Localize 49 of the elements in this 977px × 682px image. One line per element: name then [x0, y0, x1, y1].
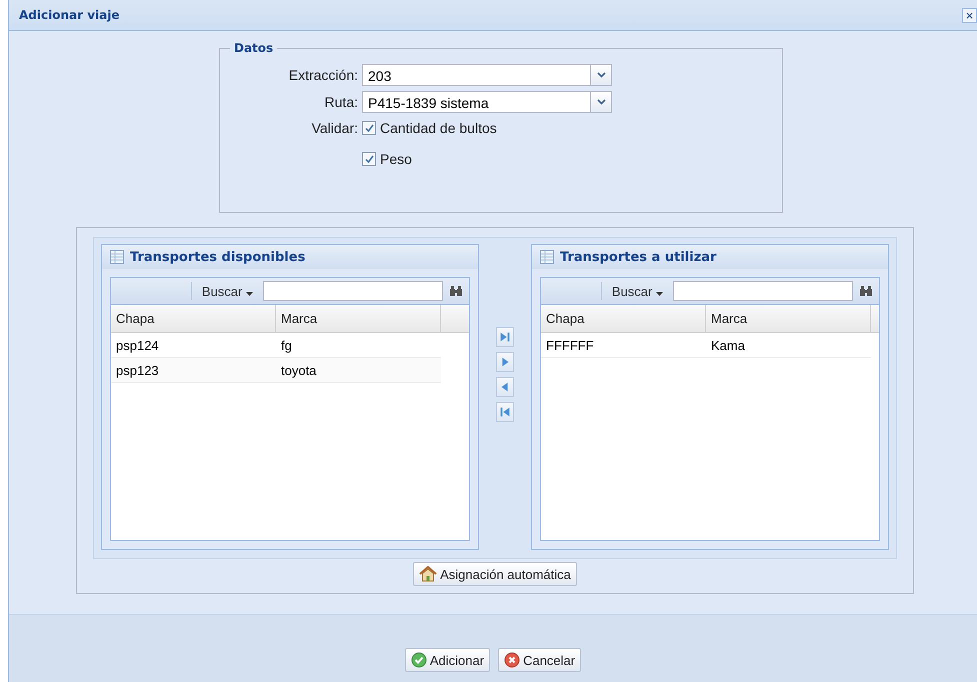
search-field[interactable]	[673, 281, 853, 301]
combo-field[interactable]: P415-1839 sistema	[362, 90, 612, 112]
cancel-button[interactable]: Cancelar	[498, 648, 582, 672]
grid-icon	[110, 250, 124, 264]
move-all-left-button[interactable]	[496, 402, 514, 422]
column-header[interactable]: Chapa	[541, 305, 706, 332]
table-cell-text: Kama	[710, 337, 746, 355]
table-cell-text: FFFFFF	[545, 337, 595, 355]
checkbox[interactable]	[362, 121, 376, 135]
auto-assign-button[interactable]: Asignación automática	[413, 562, 577, 586]
fieldset-legend: Datos	[230, 41, 278, 55]
chevron-down-icon	[596, 72, 606, 78]
panel-title: Transportes disponibles	[130, 250, 306, 264]
skip-forward-icon	[498, 330, 512, 344]
search-field[interactable]	[263, 281, 443, 301]
checkbox[interactable]	[362, 152, 376, 166]
table-cell-text: psp123	[115, 362, 160, 380]
search-dropdown-button[interactable]: Buscar	[608, 284, 667, 298]
field-label: Extracción:	[288, 66, 359, 82]
binoculars-icon	[449, 285, 463, 297]
search-dropdown-button[interactable]: Buscar	[198, 284, 257, 298]
chevron-down-icon	[596, 98, 606, 104]
check-circle-icon	[410, 652, 427, 668]
field-label: Validar:	[310, 120, 359, 136]
binoculars-icon	[859, 285, 873, 297]
field-label: Ruta:	[324, 94, 359, 110]
house-icon	[419, 566, 438, 582]
grid-row[interactable]: psp123 toyota	[111, 358, 441, 383]
move-left-button[interactable]	[496, 377, 514, 397]
caret-icon	[246, 292, 253, 296]
column-header[interactable]: Chapa	[111, 305, 276, 332]
move-right-button[interactable]	[496, 352, 514, 372]
grid-icon	[540, 250, 554, 264]
skip-back-icon	[498, 405, 512, 419]
add-button[interactable]: Adicionar	[404, 648, 490, 672]
caret-icon	[656, 292, 663, 296]
table-cell-text: fg	[280, 337, 293, 355]
table-cell-text: psp124	[115, 337, 160, 355]
column-header[interactable]: Marca	[706, 305, 871, 332]
close-button[interactable]: ×	[962, 8, 977, 22]
column-header[interactable]: Marca	[276, 305, 441, 332]
checkbox-label: Peso	[380, 151, 412, 167]
cancel-circle-icon	[504, 652, 520, 668]
move-all-right-button[interactable]	[496, 327, 514, 347]
checkbox-label: Cantidad de bultos	[380, 120, 497, 136]
combo-field[interactable]: 203	[362, 64, 612, 86]
panel-title: Transportes a utilizar	[560, 250, 716, 264]
table-cell-text: toyota	[280, 362, 318, 380]
window-title: Adicionar viaje	[19, 8, 120, 22]
